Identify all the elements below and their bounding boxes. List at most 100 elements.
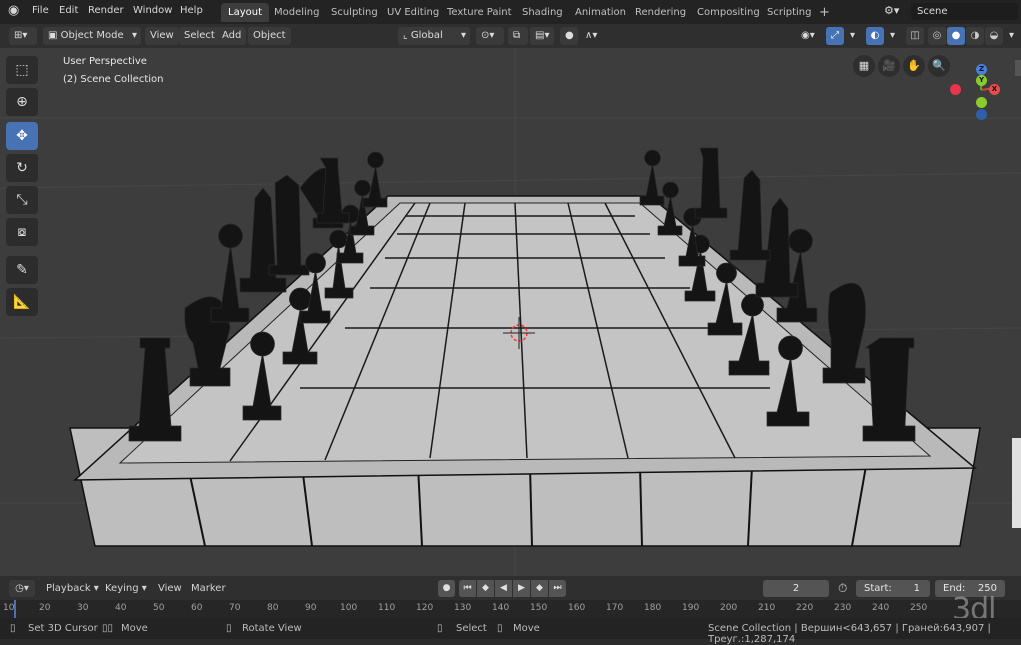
wireframe-shading-icon[interactable]: ◎ (928, 27, 946, 45)
status-select: Select (456, 623, 487, 634)
ruler-tick: 10 (3, 603, 15, 613)
move-tool-icon[interactable]: ✥ (6, 122, 38, 150)
measure-tool-icon[interactable]: 📐 (6, 288, 38, 316)
marker-menu[interactable]: Marker (191, 580, 226, 597)
ruler-tick: 70 (229, 603, 241, 613)
gizmo-toggle-icon[interactable]: ⤢ (826, 27, 844, 45)
scene-selector-icon[interactable]: ⚙▾ (884, 4, 899, 17)
tab-compositing[interactable]: Compositing (690, 3, 767, 22)
viewport-header: ⊞▾ ▣ Object Mode ▾ View Select Add Object… (0, 24, 1021, 48)
tab-uv-editing[interactable]: UV Editing (380, 3, 446, 22)
scale-tool-icon[interactable]: ⤡ (6, 186, 38, 214)
annotate-tool-icon[interactable]: ✎ (6, 256, 38, 284)
add-workspace-button[interactable]: + (812, 3, 837, 22)
frame-ruler[interactable]: 10 20 30 40 50 60 70 80 90 100 110 120 1… (0, 600, 1021, 618)
material-shading-icon[interactable]: ◑ (966, 27, 984, 45)
chevron-down-icon[interactable]: ▾ (845, 27, 859, 45)
menu-render[interactable]: Render (88, 5, 124, 16)
mode-dropdown[interactable]: ▣ Object Mode ▾ (43, 27, 141, 45)
editor-type-button[interactable]: ⊞▾ (9, 27, 37, 45)
play-reverse-icon[interactable]: ◀ (495, 580, 512, 597)
snap-options-button[interactable]: ▤▾ (530, 27, 554, 45)
stopwatch-icon[interactable]: ⏱ (838, 580, 847, 597)
ruler-tick: 60 (191, 603, 203, 613)
playback-menu[interactable]: Playback ▾ (46, 580, 99, 597)
sidebar-toggle-tab[interactable] (1015, 60, 1021, 76)
header-select-menu[interactable]: Select (179, 27, 220, 45)
rendered-shading-icon[interactable]: ◒ (985, 27, 1003, 45)
mouse-left-icon: ▯ (10, 623, 16, 634)
y-axis-icon[interactable]: Y (976, 75, 987, 86)
neg-y-axis-icon[interactable] (976, 97, 987, 108)
menu-edit[interactable]: Edit (59, 5, 78, 16)
prev-keyframe-icon[interactable]: ◆ (477, 580, 494, 597)
scene-name-field[interactable]: Scene (911, 3, 1018, 20)
keying-menu-label: Keying (105, 583, 139, 594)
tab-sculpting[interactable]: Sculpting (324, 3, 385, 22)
cursor-tool-icon[interactable]: ⊕ (6, 88, 38, 116)
tab-texture-paint[interactable]: Texture Paint (440, 3, 519, 22)
orientation-dropdown[interactable]: ⌞ Global ▾ (398, 27, 470, 45)
keying-menu[interactable]: Keying ▾ (105, 580, 147, 597)
pan-view-icon[interactable]: ✋ (903, 55, 925, 77)
menu-file[interactable]: File (32, 5, 49, 16)
mouse-left-icon: ▯ (437, 623, 443, 634)
pivot-point-button[interactable]: ⊙▾ (476, 27, 504, 45)
falloff-curve-icon[interactable]: ∧▾ (580, 27, 606, 45)
navigation-gizmo[interactable]: Z Y X (945, 56, 1005, 126)
tab-shading[interactable]: Shading (515, 3, 570, 22)
orientation-icon: ⌞ (403, 30, 411, 41)
visibility-icon[interactable]: ◉▾ (796, 27, 822, 45)
header-view-menu[interactable]: View (145, 27, 179, 45)
play-icon[interactable]: ▶ (513, 580, 530, 597)
toggle-perspective-icon[interactable]: ▦ (853, 55, 875, 77)
chevron-down-icon[interactable]: ▾ (1004, 27, 1018, 45)
menu-window[interactable]: Window (133, 5, 172, 16)
tab-modeling[interactable]: Modeling (267, 3, 327, 22)
tab-scripting[interactable]: Scripting (760, 3, 818, 22)
transform-tool-icon[interactable]: ⧇ (6, 218, 38, 246)
solid-shading-icon[interactable]: ● (947, 27, 965, 45)
status-move-2: Move (513, 623, 540, 634)
right-edge-scroll-tab[interactable] (1012, 438, 1021, 528)
select-box-tool-icon[interactable]: ⬚ (6, 56, 38, 84)
jump-start-icon[interactable]: ⏮ (459, 580, 476, 597)
status-bar: ▯ Set 3D Cursor ▯▯ Move ▯ Rotate View ▯ … (0, 618, 1021, 645)
jump-end-icon[interactable]: ⏭ (549, 580, 566, 597)
tab-layout[interactable]: Layout (221, 3, 269, 22)
proportional-editing-icon[interactable]: ● (560, 27, 578, 45)
snap-toggle-icon[interactable]: ⧉ (508, 27, 528, 45)
blender-logo-icon[interactable]: ◉ (8, 3, 19, 18)
xray-toggle-icon[interactable]: ◫ (906, 27, 924, 45)
mode-dropdown-label: Object Mode (60, 30, 124, 41)
chevron-down-icon: ▾ (131, 30, 137, 41)
playhead-marker[interactable] (14, 600, 16, 618)
object-mode-icon: ▣ (48, 30, 61, 41)
neg-z-axis-icon[interactable] (976, 109, 987, 120)
ruler-tick: 190 (682, 603, 700, 613)
tab-rendering[interactable]: Rendering (628, 3, 693, 22)
timeline-editor-type-icon[interactable]: ◷▾ (9, 580, 35, 597)
ruler-tick: 90 (305, 603, 317, 613)
tab-animation[interactable]: Animation (568, 3, 633, 22)
timeline-view-menu[interactable]: View (158, 580, 182, 597)
overlays-toggle-icon[interactable]: ◐ (866, 27, 884, 45)
neg-x-axis-icon[interactable] (950, 84, 961, 95)
ruler-tick: 230 (834, 603, 852, 613)
ruler-tick: 100 (340, 603, 358, 613)
camera-view-icon[interactable]: 🎥 (878, 55, 900, 77)
x-axis-icon[interactable]: X (989, 84, 1000, 95)
3d-viewport[interactable]: ⬚ ⊕ ✥ ↻ ⤡ ⧇ ✎ 📐 User Perspective (2) Sce… (0, 48, 1021, 576)
z-axis-icon[interactable]: Z (976, 64, 987, 75)
mouse-middle-icon: ▯▯ (102, 623, 114, 634)
auto-keying-icon[interactable]: ● (438, 580, 455, 597)
next-keyframe-icon[interactable]: ◆ (531, 580, 548, 597)
scene-statistics: Scene Collection | Вершин<643,657 | Гран… (708, 623, 991, 645)
current-frame-field[interactable]: 2 (763, 580, 829, 597)
header-add-menu[interactable]: Add (217, 27, 247, 45)
rotate-tool-icon[interactable]: ↻ (6, 154, 38, 182)
header-object-menu[interactable]: Object (248, 27, 291, 45)
start-frame-field[interactable]: Start: 1 (856, 580, 930, 597)
chevron-down-icon[interactable]: ▾ (885, 27, 899, 45)
menu-help[interactable]: Help (180, 5, 203, 16)
